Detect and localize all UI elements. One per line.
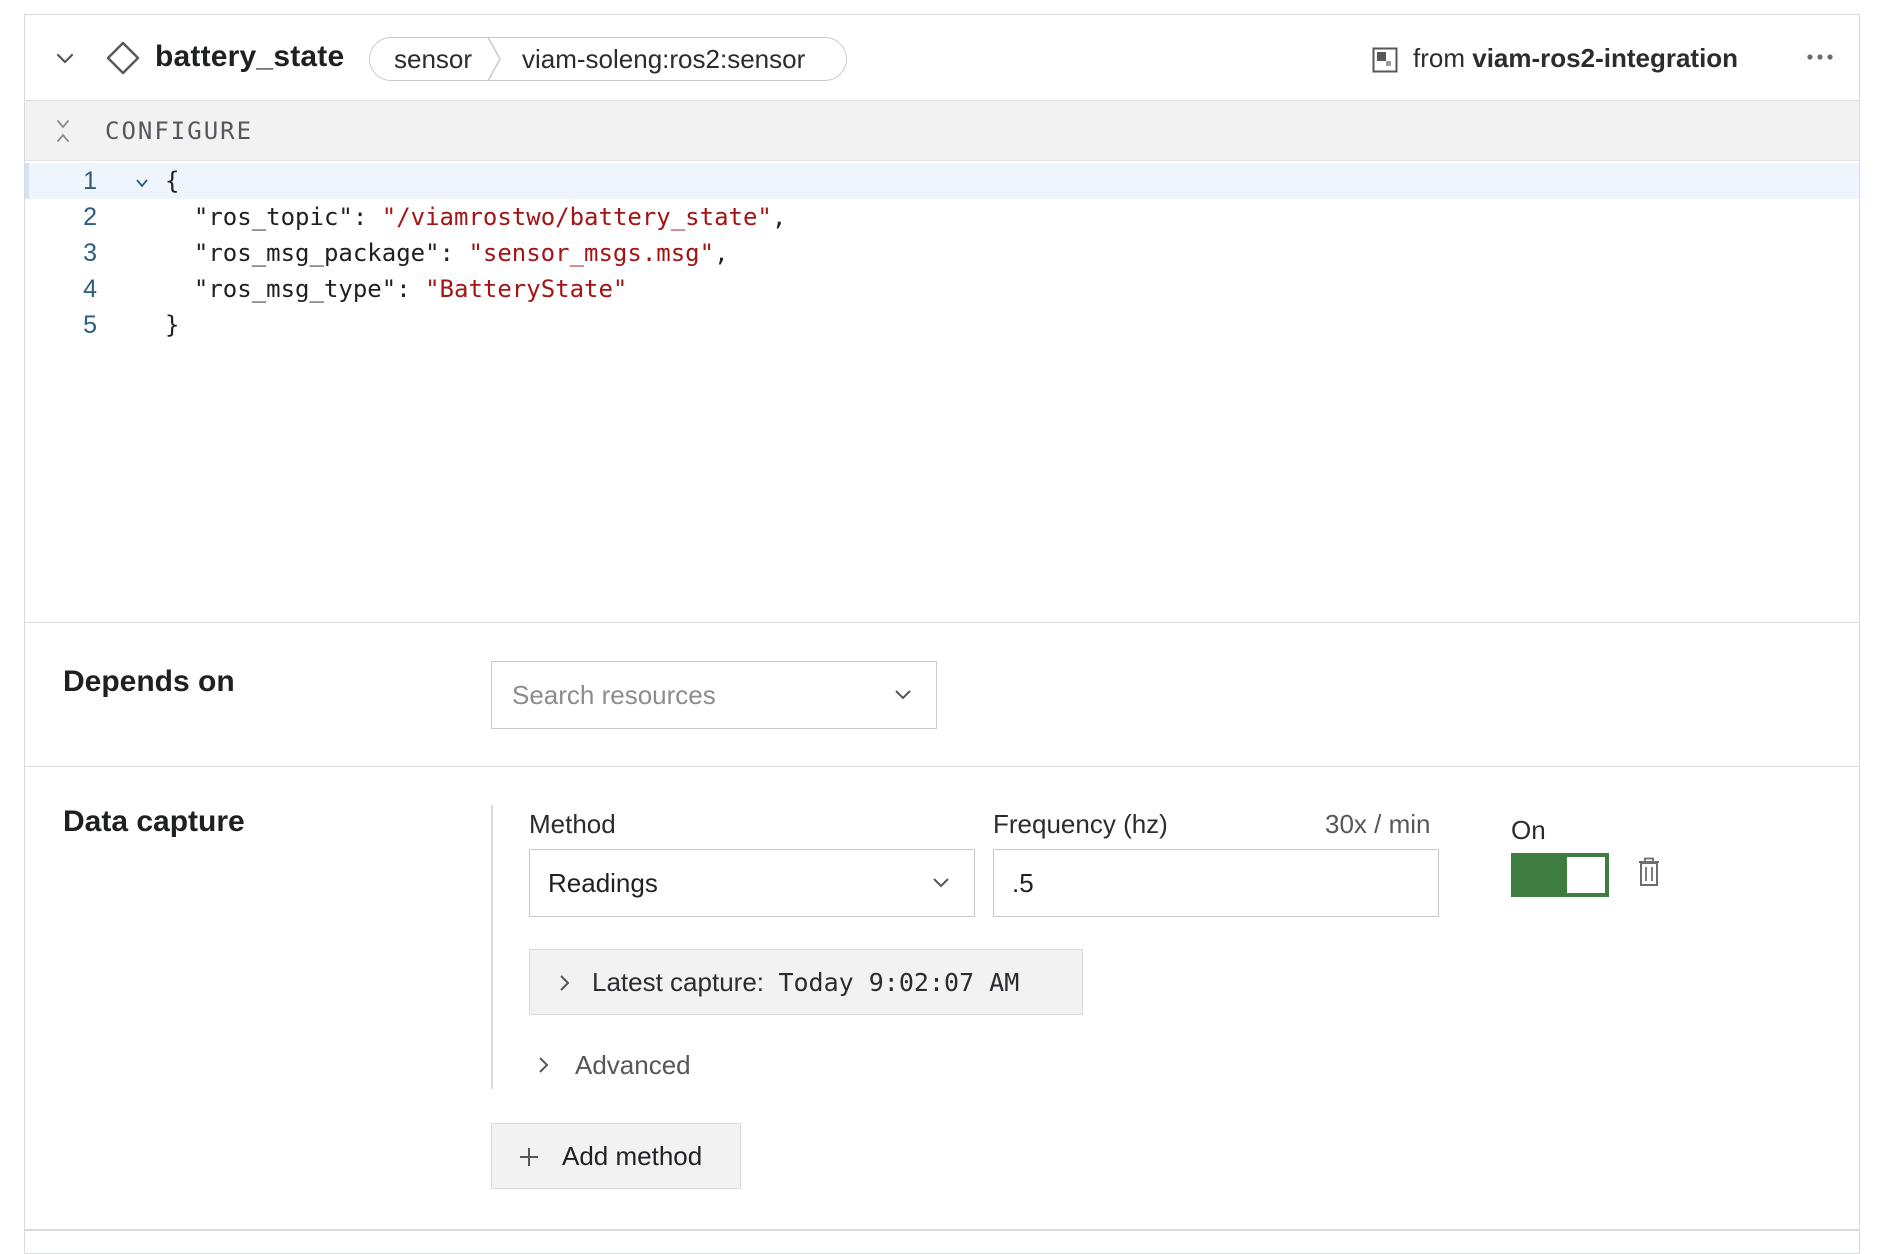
line-number: 4 xyxy=(83,275,97,303)
trash-icon[interactable] xyxy=(1637,857,1661,887)
capture-rate-text: 30x / min xyxy=(1325,809,1431,839)
fold-chevron-icon[interactable] xyxy=(135,177,149,189)
json-key: "ros_topic": xyxy=(165,203,382,231)
code-line[interactable]: 5 } xyxy=(25,307,1859,343)
resource-header[interactable]: battery_state sensor viam-soleng:ros2:se… xyxy=(25,15,1859,101)
search-resources-placeholder: Search resources xyxy=(512,680,716,710)
code-line[interactable]: 2 "ros_topic": "/viamrostwo/battery_stat… xyxy=(25,199,1859,235)
code-text: } xyxy=(165,311,180,339)
toggle-label: On xyxy=(1511,815,1546,845)
capture-toggle[interactable] xyxy=(1511,853,1609,897)
chevron-right-icon xyxy=(539,1057,549,1073)
module-icon xyxy=(1372,47,1398,73)
latest-capture-toggle[interactable]: Latest capture: Today 9:02:07 AM xyxy=(529,949,1083,1015)
frequency-label: Frequency (hz) xyxy=(993,809,1168,839)
model-label: viam-soleng:ros2:sensor xyxy=(522,44,806,74)
advanced-label: Advanced xyxy=(575,1050,691,1080)
method-value: Readings xyxy=(548,868,658,898)
add-method-label: Add method xyxy=(562,1141,703,1171)
json-string-value: "/viamrostwo/battery_state" xyxy=(381,203,772,231)
json-editor[interactable]: 1 { 2 "ros_topic": "/viamrostwo/battery_… xyxy=(25,163,1859,623)
from-prefix: from xyxy=(1413,43,1465,73)
configure-label: CONFIGURE xyxy=(105,117,254,145)
line-number: 1 xyxy=(83,167,97,195)
json-punct: , xyxy=(771,203,787,231)
method-label: Method xyxy=(529,809,616,839)
chevron-right-icon xyxy=(560,975,570,991)
line-number: 3 xyxy=(83,239,97,267)
code-text: "ros_msg_package": "sensor_msgs.msg", xyxy=(165,235,729,271)
json-punct: , xyxy=(714,239,729,267)
toggle-knob xyxy=(1567,857,1605,893)
frequency-input[interactable]: .5 xyxy=(993,849,1439,917)
search-resources-select[interactable]: Search resources xyxy=(491,661,937,729)
configure-bar[interactable]: CONFIGURE xyxy=(25,101,1859,161)
plus-icon xyxy=(520,1148,538,1166)
code-text: "ros_msg_type": "BatteryState" xyxy=(165,271,628,307)
code-text: "ros_topic": "/viamrostwo/battery_state"… xyxy=(165,199,786,235)
chevron-down-icon xyxy=(933,878,949,888)
pill-separator xyxy=(487,37,501,81)
more-horizontal-icon[interactable] xyxy=(1805,51,1835,63)
advanced-toggle[interactable]: Advanced xyxy=(533,1045,733,1085)
method-select[interactable]: Readings xyxy=(529,849,975,917)
resource-type-pill: sensor viam-soleng:ros2:sensor xyxy=(369,37,847,81)
json-string-value: "BatteryState" xyxy=(425,275,628,303)
module-source: from viam-ros2-integration xyxy=(1413,37,1738,79)
resource-name: battery_state xyxy=(155,40,345,73)
section-divider xyxy=(25,1229,1859,1231)
data-capture-label: Data capture xyxy=(63,805,245,838)
data-capture-section: Data capture Method Frequency (hz) 30x /… xyxy=(25,767,1859,1247)
capture-divider xyxy=(491,805,493,1089)
latest-capture-label: Latest capture: xyxy=(592,967,764,997)
depends-on-section: Depends on Search resources xyxy=(25,625,1859,767)
depends-on-label: Depends on xyxy=(63,665,235,698)
json-string-value: "sensor_msgs.msg" xyxy=(468,239,715,267)
chevron-down-icon xyxy=(895,690,911,700)
code-line[interactable]: 1 { xyxy=(25,163,1859,199)
diamond-icon xyxy=(106,41,140,75)
code-line[interactable]: 3 "ros_msg_package": "sensor_msgs.msg", xyxy=(25,235,1859,271)
resource-card: battery_state sensor viam-soleng:ros2:se… xyxy=(24,14,1860,1254)
code-text: { xyxy=(165,167,180,195)
collapse-vertical-icon[interactable] xyxy=(55,119,71,143)
line-number: 5 xyxy=(83,311,97,339)
line-number: 2 xyxy=(83,203,97,231)
latest-capture-text: Latest capture: Today 9:02:07 AM xyxy=(592,965,1019,1000)
chevron-down-icon[interactable] xyxy=(55,49,75,69)
module-name[interactable]: viam-ros2-integration xyxy=(1472,43,1738,73)
code-line[interactable]: 4 "ros_msg_type": "BatteryState" xyxy=(25,271,1859,307)
json-key: "ros_msg_package": xyxy=(165,239,469,267)
latest-capture-value: Today 9:02:07 AM xyxy=(778,968,1020,997)
add-method-button[interactable]: Add method xyxy=(491,1123,741,1189)
json-key: "ros_msg_type": xyxy=(165,275,426,303)
api-label: sensor xyxy=(394,44,473,74)
